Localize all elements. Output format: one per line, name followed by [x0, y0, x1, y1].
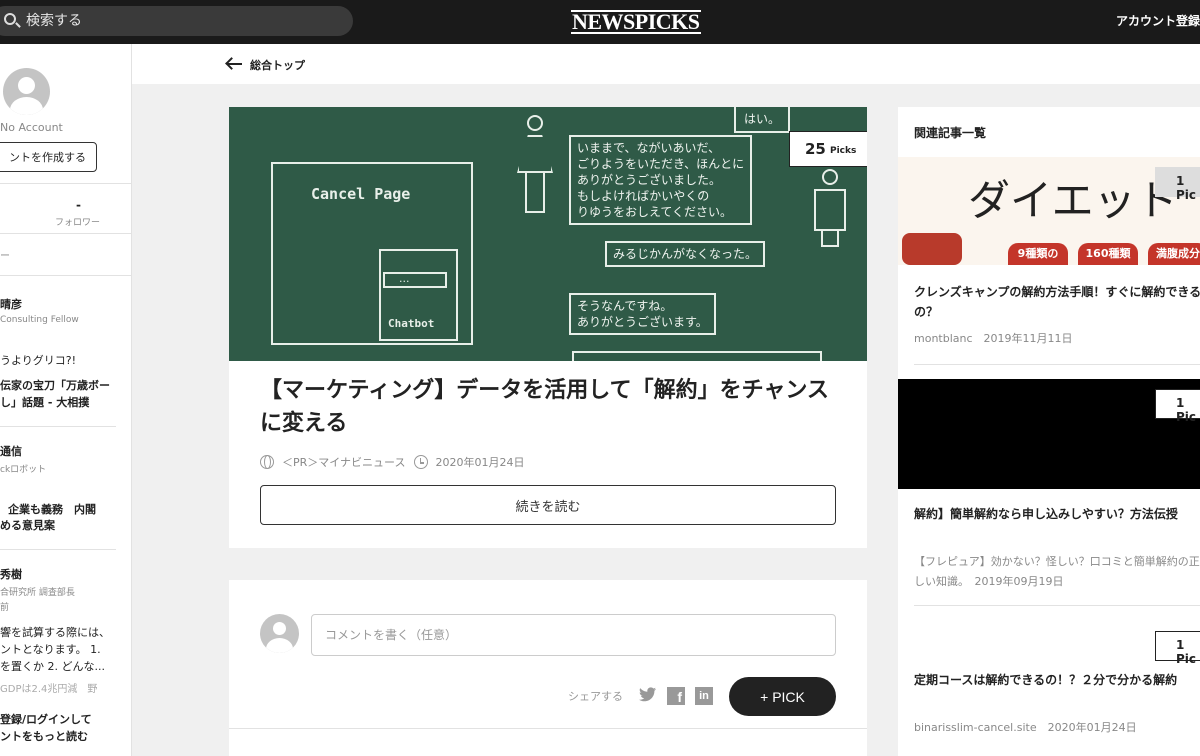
- comment-card: シェアする f in + PICK: [229, 580, 867, 728]
- feed-link[interactable]: し」話題 - 大相撲: [0, 394, 89, 410]
- create-account-button[interactable]: ントを作成する: [0, 142, 97, 172]
- thumbnail-pill: 9種類の: [1008, 243, 1068, 265]
- picks-badge[interactable]: 1 Pic: [1155, 631, 1200, 666]
- linkedin-icon[interactable]: in: [695, 687, 713, 705]
- comment-input[interactable]: [311, 614, 836, 656]
- feed-body[interactable]: うよりグリコ?!: [0, 352, 76, 368]
- feed-role: 合研究所 調査部長: [0, 588, 75, 598]
- picks-badge[interactable]: 1 Pic: [1155, 167, 1200, 202]
- follower-count: -: [76, 198, 81, 212]
- feed-role: ckロボット: [0, 465, 47, 475]
- divider: [0, 275, 131, 276]
- cancel-page-text: Cancel Page: [311, 185, 411, 203]
- login-prompt[interactable]: 登録/ログインして: [0, 711, 92, 727]
- woman-body-icon: [517, 135, 553, 173]
- divider: [914, 364, 1200, 365]
- avatar: [260, 614, 299, 653]
- woman-figure-icon: [527, 115, 543, 131]
- facebook-icon[interactable]: f: [667, 687, 685, 705]
- follower-label: フォロワー: [55, 218, 101, 228]
- related-title[interactable]: 解約】簡単解約なら申し込みしやすい？方法伝授: [914, 504, 1200, 524]
- speech-bubble: はい。: [734, 107, 791, 133]
- feed-body[interactable]: ントとなります。 1.: [0, 641, 101, 657]
- vegetable-image: [902, 233, 962, 265]
- speech-bubble: [572, 351, 822, 361]
- feed-body[interactable]: を置くか 2. どんな...: [0, 658, 105, 674]
- article-card: Cancel Page ... Chatbot いままで、ながいあいだ、 ごりよ…: [229, 107, 867, 548]
- left-sidebar: No Account ントを作成する - フォロワー ー 晴彦 Consulti…: [0, 44, 132, 756]
- thumbnail-text: ダイエット: [968, 176, 1178, 225]
- thumbnail-pill: 160種類: [1078, 243, 1138, 265]
- speech-bubble: みるじかんがなくなった。: [605, 241, 766, 267]
- sidebar-section-label: ー: [0, 251, 10, 262]
- man-body-icon: [814, 189, 846, 231]
- man-figure-icon: [822, 169, 838, 185]
- feed-time: 前: [0, 603, 10, 613]
- login-prompt[interactable]: ントをもっと読む: [0, 728, 88, 744]
- related-meta: montblanc 2019年11月11日: [914, 332, 1073, 345]
- twitter-icon[interactable]: [639, 687, 657, 703]
- divider: [914, 605, 1200, 606]
- feed-link[interactable]: 伝家の宝刀「万歳ボー: [0, 377, 110, 393]
- article-meta: ＜PR＞マイナビニュース 2020年01月24日: [260, 454, 525, 470]
- feed-author[interactable]: 通信: [0, 443, 22, 459]
- woman-legs-icon: [525, 173, 545, 213]
- related-heading: 関連記事一覧: [914, 126, 987, 140]
- newspicks-logo[interactable]: NEWSPICKS: [571, 9, 701, 35]
- feed-link[interactable]: GDPは2.4兆円減 野: [0, 680, 97, 695]
- related-meta: 【フレピュア】効かない？怪しい？口コミと簡単解約の正しい知識。 2019年09月…: [914, 555, 1200, 588]
- related-articles: 関連記事一覧 ダイエット 9種類の 160種類 満腹成分 1 Pic クレンズキ…: [898, 107, 1200, 756]
- article-source[interactable]: ＜PR＞マイナビニュース: [282, 454, 406, 470]
- search-icon: [4, 13, 16, 25]
- divider: [0, 183, 131, 184]
- speech-bubble: いままで、ながいあいだ、 ごりようをいただき、ほんとに ありがとうございました。…: [569, 135, 753, 225]
- divider: [0, 233, 131, 234]
- related-title[interactable]: クレンズキャンプの解約方法手順！すぐに解約できるの？: [914, 282, 1200, 322]
- top-bar: NEWSPICKS アカウント登録: [0, 0, 1200, 44]
- pick-button[interactable]: + PICK: [729, 677, 836, 716]
- read-more-button[interactable]: 続きを読む: [260, 485, 836, 525]
- article-image[interactable]: Cancel Page ... Chatbot いままで、ながいあいだ、 ごりよ…: [229, 107, 867, 361]
- feed-role: Consulting Fellow: [0, 315, 79, 325]
- feed-body[interactable]: 響を試算する際には、: [0, 624, 110, 640]
- share-label: シェアする: [568, 690, 623, 703]
- related-meta: binarisslim-cancel.site 2020年01月24日: [914, 721, 1137, 734]
- back-to-top-link[interactable]: 総合トップ: [250, 57, 305, 73]
- account-register-link[interactable]: アカウント登録: [1116, 12, 1200, 29]
- speech-bubble: そうなんですね。 ありがとうございます。: [569, 293, 716, 335]
- feed-author[interactable]: 秀樹: [0, 566, 22, 582]
- picks-badge[interactable]: 25 Picks: [789, 131, 867, 167]
- clock-icon: [413, 455, 428, 469]
- related-title[interactable]: 定期コースは解約できるの！？２分で分かる解約: [914, 670, 1200, 690]
- thumbnail-pill: 満腹成分: [1148, 243, 1200, 265]
- feed-link[interactable]: 企業も義務 内閣: [8, 501, 96, 517]
- man-legs-icon: [821, 231, 839, 247]
- divider: [0, 549, 116, 550]
- divider: [0, 426, 116, 427]
- no-account-label: No Account: [0, 121, 63, 134]
- next-section: [229, 728, 867, 756]
- back-arrow-icon[interactable]: [226, 58, 242, 70]
- feed-link[interactable]: める意見案: [0, 517, 55, 533]
- article-title[interactable]: 【マーケティング】データを活用して「解約」をチャンスに変える: [260, 374, 830, 440]
- article-date: 2020年01月24日: [435, 456, 525, 469]
- search-input[interactable]: [26, 6, 326, 36]
- search-box[interactable]: [0, 6, 353, 36]
- avatar: [3, 68, 50, 115]
- globe-icon: [260, 455, 274, 469]
- picks-badge[interactable]: 1 Pic: [1155, 389, 1200, 424]
- chat-bubble-icon: ...: [383, 272, 447, 288]
- chatbot-text: Chatbot: [388, 317, 435, 330]
- feed-author[interactable]: 晴彦: [0, 296, 22, 312]
